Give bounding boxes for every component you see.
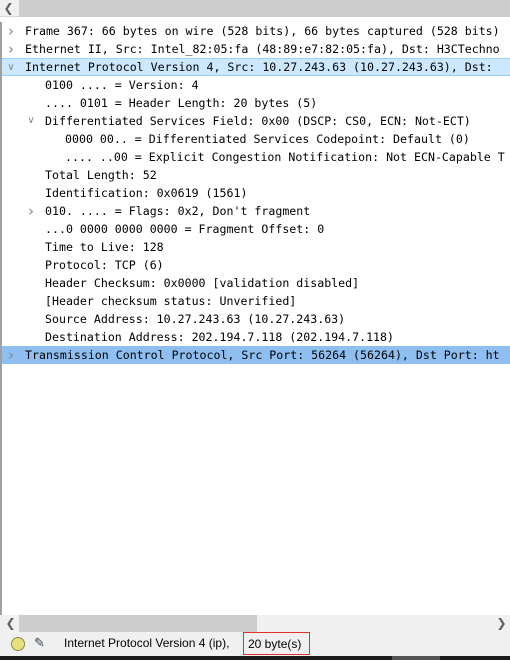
tree-item-label: Internet Protocol Version 4, Src: 10.27.… [25,60,493,74]
tree-item[interactable]: ∨ Internet Protocol Version 4, Src: 10.27… [2,58,510,76]
tree-item-label: Destination Address: 202.194.7.118 (202.… [45,330,395,344]
tree-item-label: Header Checksum: 0x0000 [validation disa… [45,276,360,290]
status-field-text: Internet Protocol Version 4 (ip), [64,636,230,650]
taskbar-strip [0,656,510,660]
packet-details-tree: › Frame 367: 66 bytes on wire (528 bits),… [0,22,510,615]
expert-info-led-icon[interactable] [11,637,25,651]
scrollbar-thumb[interactable] [19,0,510,17]
scrollbar-thumb[interactable] [19,615,257,632]
tree-item-label: Ethernet II, Src: Intel_82:05:fa (48:89:… [25,42,500,56]
tree-item[interactable]: 0100 .... = Version: 4 [2,76,510,94]
tree-item-label: ...0 0000 0000 0000 = Fragment Offset: 0 [45,222,325,236]
tree-item[interactable]: Total Length: 52 [2,166,510,184]
tree-item[interactable]: Identification: 0x0619 (1561) [2,184,510,202]
arrow-right-icon[interactable]: ❯ [493,615,510,632]
tree-item[interactable]: 0000 00.. = Differentiated Services Code… [2,130,510,148]
tree-item[interactable]: ∨ Differentiated Services Field: 0x00 (DS… [2,112,510,130]
tree-item-label: .... ..00 = Explicit Congestion Notifica… [65,150,505,164]
chevron-right-icon[interactable]: › [4,346,18,364]
tree-item[interactable]: › Transmission Control Protocol, Src Port… [2,346,510,364]
tree-item-label: Transmission Control Protocol, Src Port:… [25,348,500,362]
bottom-horizontal-scrollbar[interactable]: ❮ ❯ [0,615,510,632]
arrow-left-icon[interactable]: ❮ [2,615,19,632]
tree-item-label: Total Length: 52 [45,168,157,182]
chevron-right-icon[interactable]: › [4,40,18,58]
tree-item[interactable]: Protocol: TCP (6) [2,256,510,274]
tree-item[interactable]: .... 0101 = Header Length: 20 bytes (5) [2,94,510,112]
status-byte-count: 20 byte(s) [243,632,310,655]
tree-item-label: Time to Live: 128 [45,240,164,254]
tree-item-label: Protocol: TCP (6) [45,258,164,272]
tree-item-label: 0100 .... = Version: 4 [45,78,199,92]
tree-item[interactable]: Destination Address: 202.194.7.118 (202.… [2,328,510,346]
chevron-down-icon[interactable]: ∨ [4,59,18,77]
tree-item[interactable]: .... ..00 = Explicit Congestion Notifica… [2,148,510,166]
tree-item[interactable]: › Ethernet II, Src: Intel_82:05:fa (48:89… [2,40,510,58]
chevron-down-icon[interactable]: ∨ [24,112,38,130]
tree-item[interactable]: Time to Live: 128 [2,238,510,256]
chevron-right-icon[interactable]: › [24,202,38,220]
tree-item[interactable]: ...0 0000 0000 0000 = Fragment Offset: 0 [2,220,510,238]
tree-item-label: Identification: 0x0619 (1561) [45,186,248,200]
tree-item[interactable]: › Frame 367: 66 bytes on wire (528 bits),… [2,22,510,40]
tree-item-label: Frame 367: 66 bytes on wire (528 bits), … [25,24,500,38]
status-bar: ✎ Internet Protocol Version 4 (ip), 20 b… [0,632,510,656]
capture-comment-icon[interactable]: ✎ [34,635,48,651]
tree-item-label: Differentiated Services Field: 0x00 (DSC… [45,114,471,128]
top-horizontal-scrollbar[interactable]: ❮ [0,0,510,17]
arrow-left-icon[interactable]: ❮ [0,0,17,17]
chevron-right-icon[interactable]: › [4,22,18,40]
tree-item-label: [Header checksum status: Unverified] [45,294,297,308]
tree-item[interactable]: [Header checksum status: Unverified] [2,292,510,310]
tree-item-label: 010. .... = Flags: 0x2, Don't fragment [45,204,311,218]
tree-item[interactable]: Header Checksum: 0x0000 [validation disa… [2,274,510,292]
tree-item[interactable]: › 010. .... = Flags: 0x2, Don't fragment [2,202,510,220]
tree-item-label: .... 0101 = Header Length: 20 bytes (5) [45,96,318,110]
tree-item-label: 0000 00.. = Differentiated Services Code… [65,132,470,146]
tree-item-label: Source Address: 10.27.243.63 (10.27.243.… [45,312,346,326]
tree-item[interactable]: Source Address: 10.27.243.63 (10.27.243.… [2,310,510,328]
